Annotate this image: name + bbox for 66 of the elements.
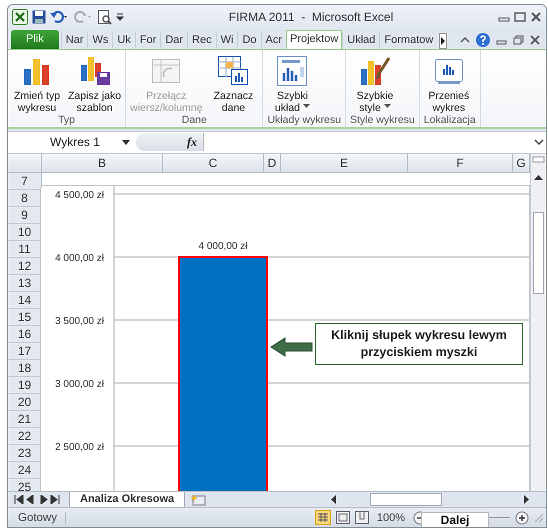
ribbon-button[interactable]: Przenieś wykres	[422, 54, 476, 114]
page-layout-icon[interactable]	[336, 511, 350, 524]
ribbon-button[interactable]: Zmień typ wykresu	[10, 54, 64, 114]
group-label: Układy wykresu	[266, 114, 342, 127]
ribbon-button[interactable]: Szybki układ	[265, 54, 320, 114]
maximize-icon[interactable]	[514, 12, 526, 22]
scroll-thumb[interactable]	[370, 493, 442, 506]
status-text: Gotowy	[18, 512, 66, 524]
tab-scroll-icon[interactable]	[439, 32, 448, 49]
chart-area[interactable]: 4 500,00 zł 4 000,00 zł 3 500,00 zł 3 000,00 zł 2 500,00 zł 4 000,00 zł Kliknij słupek wykresu lewym przyciskiem myszki	[40, 185, 530, 492]
close-icon[interactable]	[530, 12, 542, 22]
sheet-tab[interactable]: Analiza Okresowa	[69, 492, 186, 508]
normal-view-icon[interactable]	[314, 510, 331, 526]
insert-function-button[interactable]: fx	[187, 134, 197, 150]
horizontal-scrollbar[interactable]	[330, 493, 530, 506]
restore-icon[interactable]	[513, 35, 524, 46]
chart-save-icon	[78, 54, 111, 87]
save-icon[interactable]	[32, 10, 46, 24]
undo-icon[interactable]	[50, 10, 70, 24]
split-handle-icon[interactable]	[531, 154, 546, 164]
callout-text: Kliknij słupek wykresu lewym przyciskiem myszki	[315, 323, 523, 366]
axis-label: 4 000,00 zł	[55, 253, 104, 264]
ribbon-button[interactable]: Zapisz jako szablon	[66, 54, 124, 114]
column-header[interactable]: F	[408, 154, 513, 172]
caret-icon[interactable]	[384, 104, 391, 109]
zoom-level[interactable]: 100%	[376, 512, 405, 524]
new-sheet-icon[interactable]	[190, 493, 206, 506]
axis-label: 3 000,00 zł	[55, 379, 104, 390]
scroll-right-icon[interactable]	[522, 495, 530, 504]
name-box[interactable]: Wykres 1	[8, 132, 136, 154]
data-label: 4 000,00 zł	[198, 241, 248, 252]
group-label: Typ	[57, 114, 76, 127]
customize-dropdown-icon[interactable]	[116, 11, 124, 24]
page-break-icon[interactable]	[354, 511, 369, 524]
zoom-in-icon[interactable]	[515, 510, 529, 525]
scroll-thumb[interactable]	[533, 212, 544, 294]
vertical-scrollbar[interactable]	[530, 154, 546, 492]
resize-grip-icon	[534, 512, 544, 523]
file-tab[interactable]: Plik	[11, 30, 59, 49]
column-header[interactable]: B	[42, 154, 163, 172]
group-label: Style wykresu	[349, 114, 416, 127]
chart-style-icon	[359, 54, 391, 87]
collapse-ribbon-icon[interactable]	[460, 36, 470, 44]
window-title: FIRMA 2011 - Microsoft Excel	[228, 10, 394, 24]
arrow-icon	[270, 337, 312, 358]
print-preview-icon[interactable]	[98, 10, 112, 25]
group-label: Dane	[180, 114, 208, 127]
tooltip: Dalej	[421, 512, 489, 527]
help-icon[interactable]	[476, 33, 490, 48]
ribbon-tab[interactable]: Projektow	[286, 30, 342, 49]
group-label: Lokalizacja	[422, 114, 477, 127]
column-header[interactable]: C	[163, 154, 264, 172]
column-header[interactable]: E	[281, 154, 408, 172]
ribbon-button[interactable]: Zaznacz dane	[206, 54, 260, 114]
chart-layout-icon	[276, 54, 308, 87]
axis-label: 2 500,00 zł	[55, 442, 104, 454]
axis-label: 3 500,00 zł	[55, 316, 104, 328]
column-header[interactable]: D	[264, 154, 281, 172]
redo-icon	[74, 10, 94, 24]
scroll-left-icon[interactable]	[330, 495, 338, 504]
ribbon-button[interactable]: Szybkie style	[348, 54, 402, 114]
close-icon[interactable]	[530, 35, 540, 46]
excel-icon[interactable]	[12, 9, 28, 26]
caret-icon[interactable]	[303, 104, 310, 109]
axis-label: 4 500,00 zł	[55, 190, 104, 202]
table-select-icon	[217, 54, 250, 87]
